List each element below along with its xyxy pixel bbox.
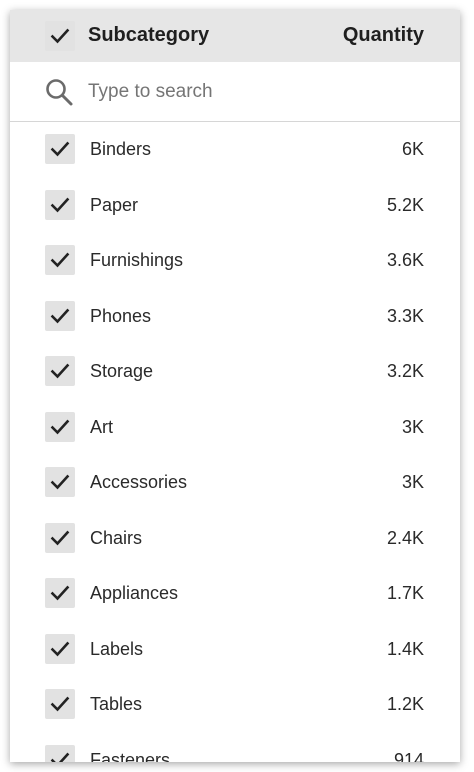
- check-icon: [50, 752, 70, 762]
- item-quantity: 3K: [401, 416, 424, 437]
- item-checkbox[interactable]: [45, 467, 75, 497]
- list-item[interactable]: Tables 1.2K: [10, 677, 460, 732]
- search-icon: [46, 79, 73, 106]
- item-checkbox[interactable]: [45, 744, 75, 762]
- item-label: Paper: [90, 194, 139, 215]
- item-label: Art: [90, 416, 114, 437]
- header-subcategory-label: Subcategory: [88, 24, 210, 46]
- filter-dropdown-panel: Subcategory Quantity Binders 6K Paper 5.2K F…: [10, 10, 460, 762]
- list-item[interactable]: Phones 3.3K: [10, 289, 460, 344]
- list-item[interactable]: Accessories 3K: [10, 455, 460, 510]
- item-quantity: 3.2K: [386, 361, 424, 381]
- select-all-checkbox[interactable]: [45, 21, 75, 51]
- check-icon: [50, 252, 70, 268]
- item-quantity: 2.4K: [386, 527, 424, 548]
- item-label: Binders: [90, 139, 152, 159]
- item-checkbox[interactable]: [45, 189, 75, 220]
- item-label: Storage: [90, 361, 154, 381]
- list-item[interactable]: Binders 6K: [10, 122, 460, 177]
- item-quantity: 3.3K: [386, 305, 424, 326]
- header-quantity-label: Quantity: [342, 24, 424, 46]
- item-quantity: 914: [393, 749, 424, 763]
- item-label: Tables: [90, 694, 143, 714]
- item-label: Furnishings: [90, 250, 184, 270]
- search-input[interactable]: [88, 76, 408, 108]
- filter-header: Subcategory Quantity: [10, 10, 460, 62]
- item-label: Labels: [90, 638, 144, 659]
- item-quantity: 1.2K: [386, 694, 424, 714]
- item-checkbox[interactable]: [45, 633, 75, 664]
- check-icon: [50, 419, 70, 434]
- list-item[interactable]: Storage 3.2K: [10, 344, 460, 399]
- item-checkbox[interactable]: [45, 300, 75, 331]
- list-item[interactable]: Labels 1.4K: [10, 622, 460, 677]
- item-checkbox[interactable]: [45, 245, 75, 275]
- check-icon: [50, 641, 70, 656]
- search-bar: [10, 62, 460, 122]
- check-icon: [50, 197, 70, 212]
- item-checkbox[interactable]: [45, 134, 75, 164]
- item-quantity: 1.7K: [386, 583, 424, 603]
- item-label: Fasteners: [90, 749, 171, 763]
- check-icon: [50, 141, 70, 157]
- item-quantity: 1.4K: [386, 638, 424, 659]
- list-item[interactable]: Art 3K: [10, 400, 460, 455]
- check-icon: [50, 474, 70, 490]
- item-quantity: 3K: [401, 472, 424, 492]
- item-quantity: 6K: [401, 139, 424, 159]
- list-item[interactable]: Paper 5.2K: [10, 178, 460, 233]
- item-label: Phones: [90, 305, 152, 326]
- item-quantity: 5.2K: [386, 194, 424, 215]
- list-item[interactable]: Appliances 1.7K: [10, 566, 460, 621]
- item-label: Accessories: [90, 472, 188, 492]
- item-checkbox[interactable]: [45, 522, 75, 553]
- item-checkbox[interactable]: [45, 411, 75, 442]
- item-label: Appliances: [90, 583, 179, 603]
- item-quantity: 3.6K: [386, 250, 424, 270]
- check-icon: [50, 363, 70, 379]
- check-icon: [50, 530, 70, 545]
- list-item[interactable]: Fasteners 914: [10, 733, 460, 763]
- check-icon: [50, 28, 70, 44]
- item-checkbox[interactable]: [45, 356, 75, 386]
- subcategory-list: Binders 6K Paper 5.2K Furnishings 3.6K Phones 3…: [10, 122, 460, 762]
- item-checkbox[interactable]: [45, 689, 75, 719]
- item-label: Chairs: [90, 527, 143, 548]
- check-icon: [50, 585, 70, 601]
- list-item[interactable]: Furnishings 3.6K: [10, 233, 460, 288]
- check-icon: [50, 696, 70, 712]
- check-icon: [50, 308, 70, 323]
- item-checkbox[interactable]: [45, 578, 75, 608]
- list-item[interactable]: Chairs 2.4K: [10, 511, 460, 566]
